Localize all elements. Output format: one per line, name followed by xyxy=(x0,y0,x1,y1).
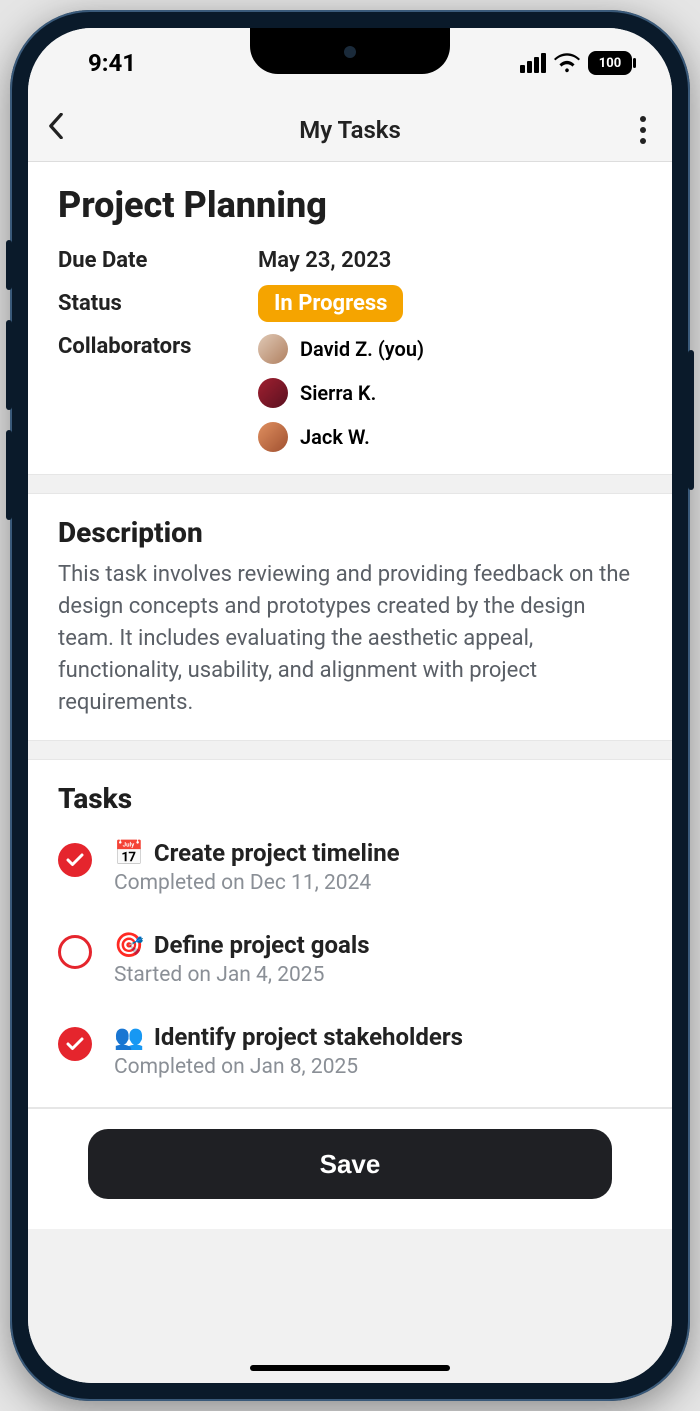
back-button[interactable] xyxy=(48,113,64,146)
avatar-icon xyxy=(258,378,288,408)
people-icon: 👥 xyxy=(114,1023,144,1051)
header-title: My Tasks xyxy=(299,116,401,144)
collaborator-item[interactable]: David Z. (you) xyxy=(258,334,424,364)
battery-icon: 100 xyxy=(588,51,632,75)
subtask-checkbox[interactable] xyxy=(58,935,92,969)
task-detail-card: Project Planning Due Date May 23, 2023 S… xyxy=(28,162,672,475)
description-body: This task involves reviewing and providi… xyxy=(58,559,642,718)
collaborator-name: Jack W. xyxy=(300,425,370,449)
status-label: Status xyxy=(58,291,258,316)
more-button[interactable] xyxy=(640,116,646,144)
wifi-icon xyxy=(554,53,580,73)
status-time: 9:41 xyxy=(88,49,136,77)
collaborator-item[interactable]: Jack W. xyxy=(258,422,424,452)
subtask-checkbox[interactable] xyxy=(58,843,92,877)
due-date-label: Due Date xyxy=(58,248,258,273)
save-button[interactable]: Save xyxy=(88,1129,612,1199)
footer-bar: Save xyxy=(28,1108,672,1229)
avatar-icon xyxy=(258,422,288,452)
home-indicator[interactable] xyxy=(250,1365,450,1371)
due-date-value: May 23, 2023 xyxy=(258,248,391,273)
notch xyxy=(250,28,450,74)
subtasks-card: Tasks 📅 Create project timeline Complete… xyxy=(28,759,672,1108)
check-icon xyxy=(66,853,84,867)
collaborator-item[interactable]: Sierra K. xyxy=(258,378,424,408)
subtask-item[interactable]: 📅 Create project timeline Completed on D… xyxy=(58,825,642,917)
signal-icon xyxy=(520,53,546,73)
target-icon: 🎯 xyxy=(114,931,144,959)
subtask-title: Create project timeline xyxy=(154,839,400,867)
collaborators-label: Collaborators xyxy=(58,334,258,452)
task-title: Project Planning xyxy=(58,184,642,226)
subtask-item[interactable]: 👥 Identify project stakeholders Complete… xyxy=(58,1009,642,1085)
subtasks-heading: Tasks xyxy=(58,782,642,815)
subtask-sub: Completed on Jan 8, 2025 xyxy=(114,1055,642,1079)
calendar-icon: 📅 xyxy=(114,839,144,867)
subtask-title: Define project goals xyxy=(154,931,370,959)
collaborator-name: Sierra K. xyxy=(300,381,376,405)
status-badge[interactable]: In Progress xyxy=(258,285,403,322)
phone-frame: 9:41 100 My Tasks Project Planning Due D… xyxy=(10,10,690,1401)
subtask-sub: Started on Jan 4, 2025 xyxy=(114,963,642,987)
description-card: Description This task involves reviewing… xyxy=(28,493,672,741)
subtask-checkbox[interactable] xyxy=(58,1027,92,1061)
avatar-icon xyxy=(258,334,288,364)
subtask-item[interactable]: 🎯 Define project goals Started on Jan 4,… xyxy=(58,917,642,1009)
collaborator-name: David Z. (you) xyxy=(300,337,424,361)
check-icon xyxy=(66,1037,84,1051)
screen-header: My Tasks xyxy=(28,98,672,162)
description-heading: Description xyxy=(58,516,642,549)
subtask-title: Identify project stakeholders xyxy=(154,1023,463,1051)
subtask-sub: Completed on Dec 11, 2024 xyxy=(114,871,642,895)
